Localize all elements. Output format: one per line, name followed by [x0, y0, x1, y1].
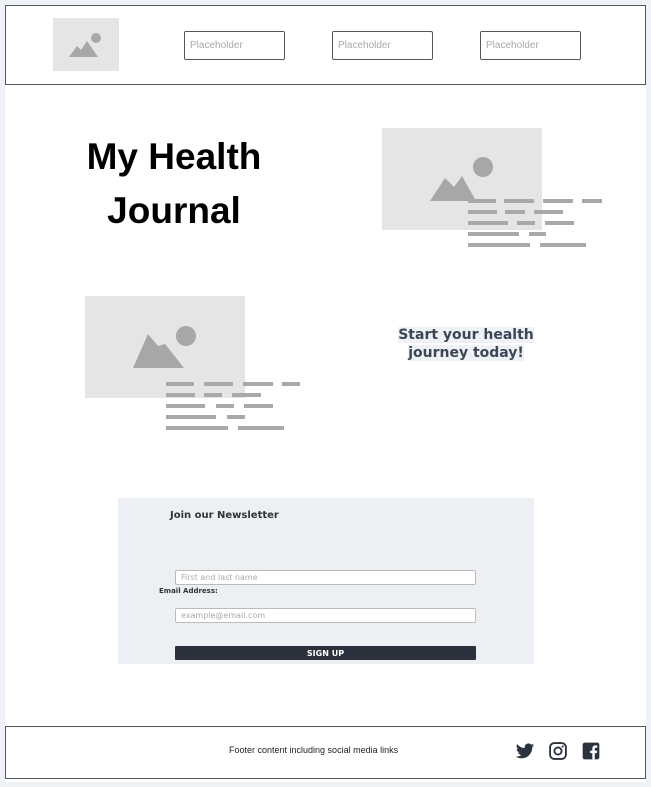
- newsletter-form: Join our Newsletter Email Address: SIGN …: [118, 498, 534, 664]
- name-field[interactable]: [175, 570, 476, 585]
- header-input-1[interactable]: [184, 31, 285, 60]
- newsletter-title: Join our Newsletter: [170, 510, 279, 521]
- email-field[interactable]: [175, 608, 476, 623]
- footer: Footer content including social media li…: [5, 726, 646, 779]
- image-placeholder-icon: [69, 33, 101, 57]
- header-input-3[interactable]: [480, 31, 581, 60]
- twitter-link[interactable]: [515, 741, 535, 761]
- title-line-2: Journal: [107, 190, 241, 231]
- title-line-1: My Health: [86, 136, 262, 177]
- cta-line-2: journey today!: [408, 345, 524, 361]
- header: [5, 5, 646, 85]
- cta-text: Start your health journey today!: [395, 326, 537, 362]
- email-label: Email Address:: [159, 587, 218, 595]
- page: My Health Journal: [5, 5, 646, 782]
- cta-line-1: Start your health: [398, 327, 534, 343]
- facebook-icon: [582, 742, 600, 760]
- facebook-link[interactable]: [581, 741, 601, 761]
- logo-image[interactable]: [53, 18, 119, 71]
- sign-up-button[interactable]: SIGN UP: [175, 646, 476, 660]
- hero-text-lines: [468, 199, 608, 251]
- instagram-link[interactable]: [548, 741, 568, 761]
- twitter-icon: [515, 743, 535, 759]
- header-input-2[interactable]: [332, 31, 433, 60]
- page-title: My Health Journal: [70, 130, 278, 238]
- feature-text-lines: [166, 382, 306, 434]
- instagram-icon: [549, 742, 567, 760]
- footer-text: Footer content including social media li…: [229, 745, 399, 755]
